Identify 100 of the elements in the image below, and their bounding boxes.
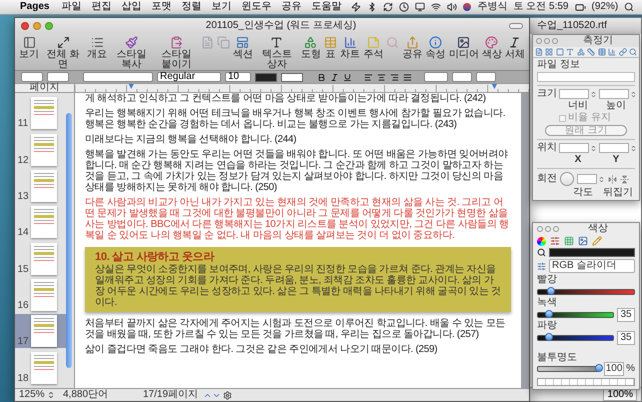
line-spacing-dropdown[interactable] [424, 72, 448, 82]
page-thumbnail-item[interactable]: 12 [15, 132, 66, 167]
highlight-color-well[interactable] [281, 72, 303, 82]
toolbar-button[interactable]: 보기 [19, 36, 39, 60]
width-field[interactable] [559, 89, 589, 99]
zoom-field[interactable]: 125% [19, 390, 47, 400]
font-size-field[interactable]: 10 [225, 72, 251, 82]
toolbar-button[interactable]: 스타일 붙이기 [155, 36, 198, 70]
toolbar-button[interactable]: 주석 [363, 36, 384, 60]
height-field[interactable] [599, 89, 629, 99]
color-wheel-icon[interactable] [537, 236, 546, 246]
menu-item[interactable]: 파일 [61, 2, 82, 12]
menu-item[interactable]: 도움말 [311, 2, 342, 12]
menu-item[interactable]: 공유 [281, 2, 302, 12]
columns-dropdown[interactable] [452, 72, 472, 82]
text-icon[interactable] [566, 48, 574, 56]
flip-horizontal-icon[interactable] [608, 174, 617, 184]
shapes-icon[interactable] [576, 48, 585, 56]
x-field[interactable] [559, 143, 589, 153]
layout-icon[interactable] [545, 48, 554, 56]
wifi-icon[interactable] [431, 2, 442, 12]
angle-field[interactable] [577, 174, 597, 184]
toolbar-button[interactable]: 색상 [482, 36, 502, 60]
style-dropdown[interactable] [21, 72, 43, 82]
slider-thumb[interactable] [547, 286, 556, 294]
slider-thumb[interactable] [595, 364, 604, 372]
slider-track[interactable] [537, 288, 635, 294]
slider-thumb[interactable] [544, 310, 552, 318]
text-color-well[interactable] [255, 72, 277, 82]
align-justify-icon[interactable] [403, 72, 412, 82]
menu-item[interactable]: 삽입 [121, 2, 142, 12]
clock-icon[interactable] [399, 2, 410, 12]
link-icon[interactable] [618, 48, 626, 56]
square-icon[interactable] [556, 48, 564, 56]
toolbar-button[interactable]: 섹션 [232, 36, 253, 60]
toolbar-button[interactable]: 전체 화면 [42, 36, 84, 70]
slider-thumb[interactable] [544, 332, 552, 340]
sync-icon[interactable] [383, 2, 394, 12]
slider-track[interactable] [537, 312, 614, 318]
list-dropdown[interactable] [47, 72, 69, 82]
gear-icon[interactable] [223, 390, 232, 400]
ruler-icon[interactable] [587, 48, 596, 56]
value-field[interactable]: 35 [617, 330, 635, 344]
magnifier-icon[interactable] [537, 248, 546, 257]
page-thumbnail-item[interactable]: 18 [15, 350, 66, 385]
toolbar-button[interactable]: 공유 [402, 36, 423, 60]
value-field[interactable]: 100 [604, 362, 624, 376]
battery-icon[interactable] [574, 2, 586, 12]
page-thumbnail-item[interactable]: 14 [15, 205, 66, 240]
font-dropdown[interactable] [83, 72, 153, 82]
scrollbar[interactable] [66, 113, 72, 368]
align-center-icon[interactable] [377, 72, 386, 82]
typeface-dropdown[interactable]: Regular [157, 72, 221, 82]
bar-chart-icon[interactable] [608, 48, 616, 56]
user-menu[interactable]: 주병식 [477, 2, 508, 12]
toolbar-button[interactable]: 미디어 [448, 36, 479, 60]
mode-dropdown[interactable]: RGB 슬라이더 [549, 259, 635, 273]
toolbar-button[interactable]: 표 [324, 36, 338, 60]
app-menu[interactable]: Pages [20, 2, 50, 12]
color-swatch[interactable] [549, 248, 635, 257]
stepper-icon[interactable] [598, 176, 605, 182]
lightning-icon[interactable] [351, 2, 362, 12]
swatch-grid[interactable] [537, 378, 635, 386]
list-style-dropdown[interactable] [476, 72, 496, 82]
y-field[interactable] [599, 143, 629, 153]
align-right-icon[interactable] [390, 72, 399, 82]
bold-icon[interactable] [317, 72, 326, 82]
toolbar-button[interactable]: 스타일 복사 [110, 36, 152, 70]
stepper-icon[interactable] [590, 144, 597, 152]
stepper-icon[interactable] [630, 144, 637, 152]
bluetooth-icon[interactable] [367, 2, 378, 12]
page-thumbnail-item[interactable]: 13 [15, 168, 66, 203]
menu-item[interactable]: 정렬 [181, 2, 202, 12]
volume-icon[interactable] [447, 2, 458, 12]
close-button[interactable] [537, 226, 543, 232]
rotation-dial[interactable] [560, 172, 574, 186]
minimize-button[interactable] [545, 226, 551, 232]
align-left-icon[interactable] [364, 72, 373, 82]
toolbar-button[interactable]: 개요 [87, 36, 108, 60]
menu-item[interactable]: 보기 [211, 2, 232, 12]
file-info-field[interactable] [537, 72, 635, 82]
italic-icon[interactable] [330, 72, 339, 82]
toolbar-toggle-button[interactable] [509, 23, 523, 29]
page-thumbnail-item[interactable]: 16 [15, 278, 66, 312]
underline-icon[interactable] [343, 72, 352, 82]
stepper-icon[interactable] [630, 90, 637, 98]
page-thumbnail-item[interactable]: 15 [15, 242, 66, 276]
slider-track[interactable] [537, 334, 614, 340]
search-icon[interactable] [624, 2, 634, 12]
table-icon[interactable] [598, 48, 606, 56]
stepper-icon[interactable] [590, 90, 597, 98]
menu-clock[interactable]: 토 오전 5:59 [513, 2, 568, 12]
document-icon[interactable] [535, 48, 543, 56]
toolbar-button[interactable]: 도형 [300, 36, 321, 60]
sliders-icon[interactable] [550, 236, 560, 246]
page-thumbnail-item[interactable]: 11 [15, 96, 66, 130]
grid-icon[interactable] [564, 236, 574, 246]
flip-vertical-icon[interactable] [620, 174, 629, 184]
menu-item[interactable]: 윈도우 [241, 2, 272, 12]
toolbar-button[interactable]: 텍스트 상자 [256, 36, 298, 70]
